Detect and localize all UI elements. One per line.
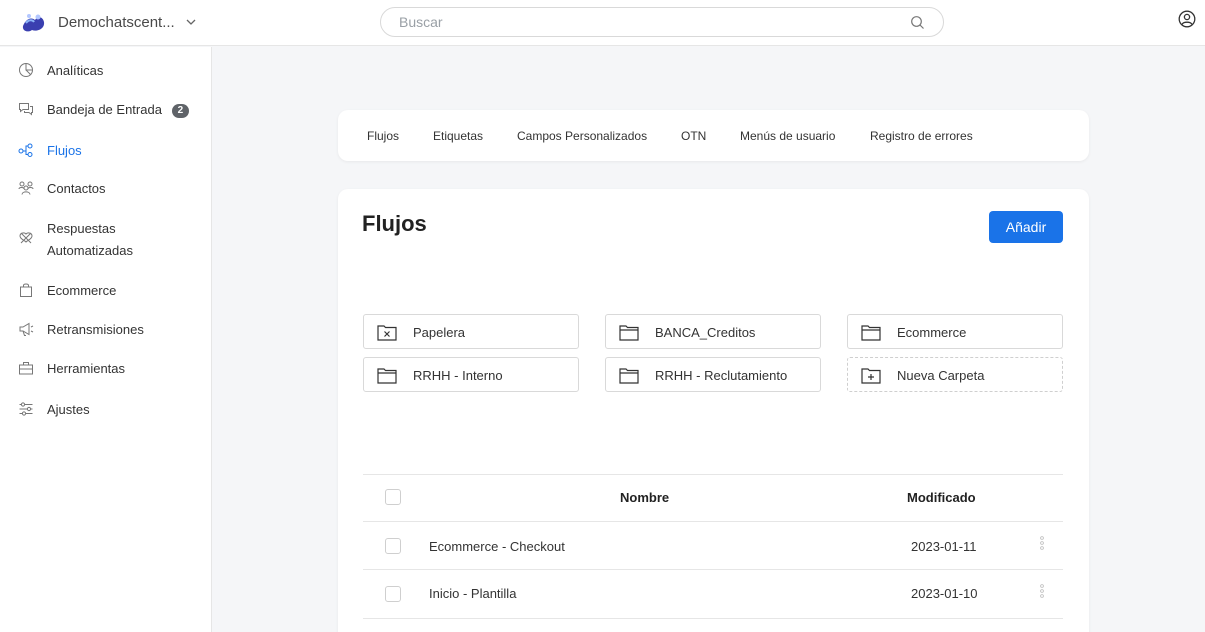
sidebar-item-respuestas[interactable]: Respuestas Automatizadas — [0, 219, 211, 259]
sidebar-item-label: Contactos — [47, 181, 106, 196]
sidebar-item-flujos[interactable]: Flujos — [0, 141, 211, 161]
tab-otn[interactable]: OTN — [681, 129, 706, 143]
tab-menus-usuario[interactable]: Menús de usuario — [740, 129, 835, 143]
user-account-icon[interactable] — [1178, 10, 1196, 28]
chevron-down-icon — [186, 19, 196, 25]
folder-label: RRHH - Interno — [413, 368, 503, 383]
sidebar: Analíticas Bandeja de Entrada 2 Flujos Co… — [0, 47, 212, 632]
table-divider — [363, 521, 1063, 522]
sidebar-item-label: Ecommerce — [47, 283, 117, 298]
folder-label: Papelera — [413, 325, 466, 340]
trash-folder-icon — [377, 325, 397, 341]
sidebar-item-label-line2: Automatizadas — [47, 243, 133, 258]
sidebar-item-ajustes[interactable]: Ajustes — [0, 400, 211, 420]
table-divider — [363, 569, 1063, 570]
column-header-modified: Modificado — [907, 490, 976, 505]
settings-tabs: Flujos Etiquetas Campos Personalizados O… — [338, 110, 1089, 161]
folder-icon — [861, 325, 881, 341]
folder-icon — [377, 368, 397, 384]
flow-name[interactable]: Inicio - Plantilla — [429, 586, 516, 601]
sidebar-item-label: Herramientas — [47, 361, 126, 376]
flows-panel: Flujos Añadir Papelera BANCA_Creditos Ec… — [338, 189, 1089, 632]
flow-modified-date: 2023-01-10 — [911, 586, 978, 601]
unread-count-badge: 2 — [171, 104, 189, 118]
page-title: Flujos — [362, 211, 427, 236]
brand-logo — [22, 14, 45, 32]
folder-ecommerce[interactable]: Ecommerce — [847, 314, 1063, 349]
folder-banca-creditos[interactable]: BANCA_Creditos — [605, 314, 821, 349]
workspace-switcher[interactable]: Demochatscent... — [20, 9, 197, 35]
more-options-icon[interactable] — [1038, 535, 1046, 551]
sidebar-item-label-group: Bandeja de Entrada 2 — [47, 100, 189, 119]
more-options-icon[interactable] — [1038, 583, 1046, 599]
top-bar: Demochatscent... — [0, 0, 1205, 46]
folder-rrhh-reclutamiento[interactable]: RRHH - Reclutamiento — [605, 357, 821, 392]
sidebar-item-analiticas[interactable]: Analíticas — [0, 61, 211, 81]
sidebar-item-label: Analíticas — [47, 63, 104, 78]
sidebar-item-retransmisiones[interactable]: Retransmisiones — [0, 320, 211, 340]
folder-label: BANCA_Creditos — [655, 325, 756, 340]
sidebar-item-ecommerce[interactable]: Ecommerce — [0, 281, 211, 301]
folder-papelera[interactable]: Papelera — [363, 314, 579, 349]
sidebar-item-label: Respuestas — [47, 221, 116, 236]
column-header-name: Nombre — [620, 490, 670, 505]
table-divider — [363, 474, 1063, 475]
new-folder-button[interactable]: Nueva Carpeta — [847, 357, 1063, 392]
workspace-name: Demochatscent... — [58, 13, 175, 31]
flow-name[interactable]: Ecommerce - Checkout — [429, 539, 565, 554]
table-divider — [363, 618, 1063, 619]
broadcast-icon — [19, 322, 34, 336]
sidebar-item-label: Ajustes — [47, 402, 90, 417]
sidebar-item-bandeja[interactable]: Bandeja de Entrada 2 — [0, 100, 211, 120]
folder-rrhh-interno[interactable]: RRHH - Interno — [363, 357, 579, 392]
new-folder-icon — [861, 368, 881, 384]
search-input[interactable] — [399, 14, 879, 30]
folder-icon — [619, 368, 639, 384]
flow-modified-date: 2023-01-11 — [911, 539, 977, 554]
folder-label: Ecommerce — [897, 325, 967, 340]
sidebar-item-herramientas[interactable]: Herramientas — [0, 359, 211, 379]
sidebar-item-label: Retransmisiones — [47, 322, 144, 337]
flows-icon — [18, 143, 33, 157]
add-button[interactable]: Añadir — [989, 211, 1063, 243]
tab-flujos[interactable]: Flujos — [367, 129, 399, 143]
tab-registro-errores[interactable]: Registro de errores — [870, 129, 973, 143]
toolbox-icon — [19, 362, 33, 375]
sidebar-item-contactos[interactable]: Contactos — [0, 179, 211, 199]
row-checkbox[interactable] — [385, 538, 401, 554]
tab-campos-personalizados[interactable]: Campos Personalizados — [517, 129, 647, 143]
row-checkbox[interactable] — [385, 586, 401, 602]
analytics-icon — [19, 63, 33, 77]
contacts-icon — [18, 181, 34, 195]
select-all-checkbox[interactable] — [385, 489, 401, 505]
search-icon[interactable] — [910, 15, 925, 30]
folder-label: RRHH - Reclutamiento — [655, 368, 788, 383]
folder-label: Nueva Carpeta — [897, 368, 985, 383]
tab-etiquetas[interactable]: Etiquetas — [433, 129, 483, 143]
inbox-icon — [19, 103, 33, 116]
sidebar-item-label: Flujos — [47, 143, 82, 158]
settings-icon — [19, 402, 33, 416]
sidebar-item-label: Bandeja de Entrada — [47, 102, 162, 117]
folder-icon — [619, 325, 639, 341]
search-bar — [380, 7, 944, 37]
auto-replies-icon — [19, 232, 33, 244]
shopping-bag-icon — [20, 283, 32, 297]
